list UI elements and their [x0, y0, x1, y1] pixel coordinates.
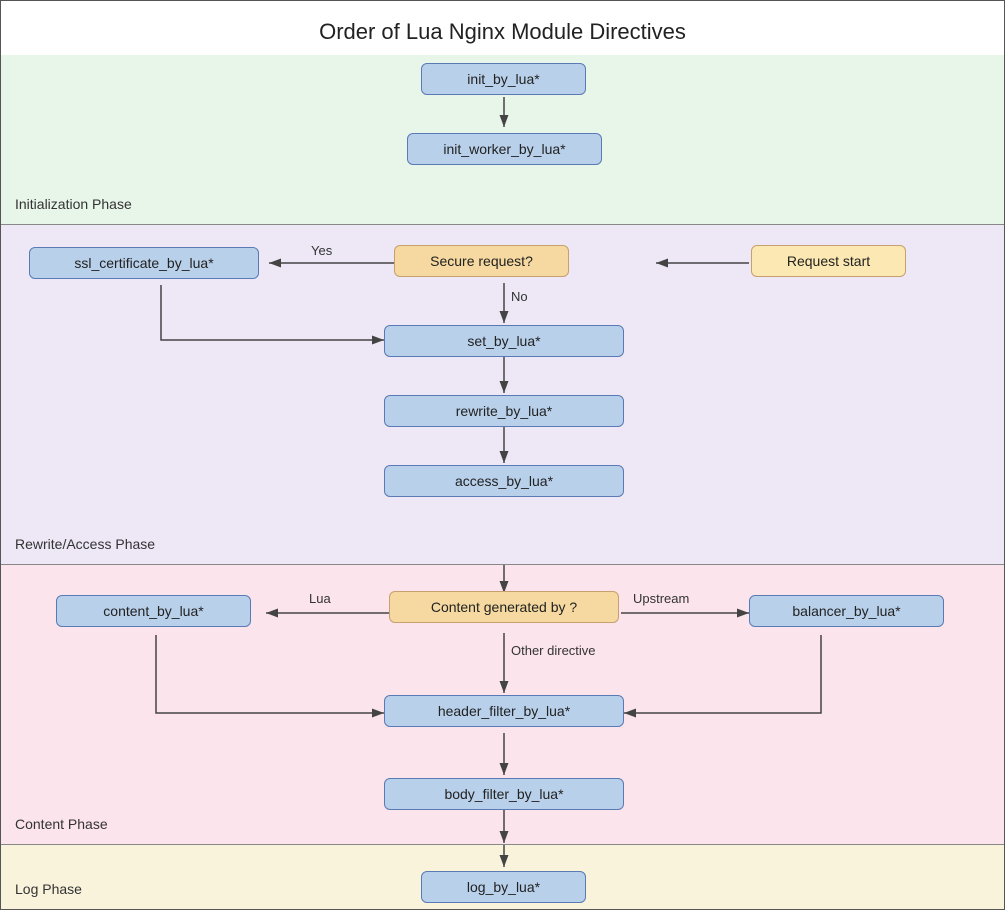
- set-by-lua-label: set_by_lua*: [467, 333, 540, 349]
- box-set-by-lua: set_by_lua*: [384, 325, 624, 357]
- body-filter-label: body_filter_by_lua*: [444, 786, 563, 802]
- box-request-start: Request start: [751, 245, 906, 277]
- box-access-by-lua: access_by_lua*: [384, 465, 624, 497]
- phase-init: init_by_lua* init_worker_by_lua* Initial…: [1, 55, 1004, 225]
- phase-log: log_by_lua* Log Phase: [1, 845, 1004, 909]
- box-body-filter: body_filter_by_lua*: [384, 778, 624, 810]
- access-by-lua-label: access_by_lua*: [455, 473, 553, 489]
- phase-log-label: Log Phase: [15, 881, 82, 897]
- no-label: No: [511, 289, 528, 304]
- diagram-title: Order of Lua Nginx Module Directives: [1, 1, 1004, 55]
- diagram-container: Order of Lua Nginx Module Directives ini…: [0, 0, 1005, 910]
- phase-content-label: Content Phase: [15, 816, 108, 832]
- lua-label: Lua: [309, 591, 331, 606]
- balancer-by-lua-label: balancer_by_lua*: [792, 603, 900, 619]
- box-content-generated: Content generated by ?: [389, 591, 619, 623]
- secure-request-label: Secure request?: [430, 253, 533, 269]
- box-init-worker-by-lua: init_worker_by_lua*: [407, 133, 602, 165]
- box-init-by-lua: init_by_lua*: [421, 63, 586, 95]
- phase-init-label: Initialization Phase: [15, 196, 132, 212]
- other-directive-label: Other directive: [511, 643, 596, 658]
- content-by-lua-label: content_by_lua*: [103, 603, 203, 619]
- log-by-lua-label: log_by_lua*: [467, 879, 540, 895]
- title-text: Order of Lua Nginx Module Directives: [319, 19, 686, 44]
- request-start-label: Request start: [787, 253, 870, 269]
- rewrite-by-lua-label: rewrite_by_lua*: [456, 403, 553, 419]
- phase-rewrite-label: Rewrite/Access Phase: [15, 536, 155, 552]
- box-content-by-lua: content_by_lua*: [56, 595, 251, 627]
- box-ssl-certificate: ssl_certificate_by_lua*: [29, 247, 259, 279]
- box-log-by-lua: log_by_lua*: [421, 871, 586, 903]
- init-worker-by-lua-label: init_worker_by_lua*: [443, 141, 565, 157]
- box-balancer-by-lua: balancer_by_lua*: [749, 595, 944, 627]
- upstream-label: Upstream: [633, 591, 689, 606]
- phase-content: content_by_lua* Lua Content generated by…: [1, 565, 1004, 845]
- box-header-filter: header_filter_by_lua*: [384, 695, 624, 727]
- yes-label: Yes: [311, 243, 332, 258]
- ssl-cert-label: ssl_certificate_by_lua*: [74, 255, 213, 271]
- content-generated-label: Content generated by ?: [431, 599, 577, 615]
- init-by-lua-label: init_by_lua*: [467, 71, 539, 87]
- box-rewrite-by-lua: rewrite_by_lua*: [384, 395, 624, 427]
- box-secure-request: Secure request?: [394, 245, 569, 277]
- phase-rewrite: ssl_certificate_by_lua* Yes Secure reque…: [1, 225, 1004, 565]
- header-filter-label: header_filter_by_lua*: [438, 703, 570, 719]
